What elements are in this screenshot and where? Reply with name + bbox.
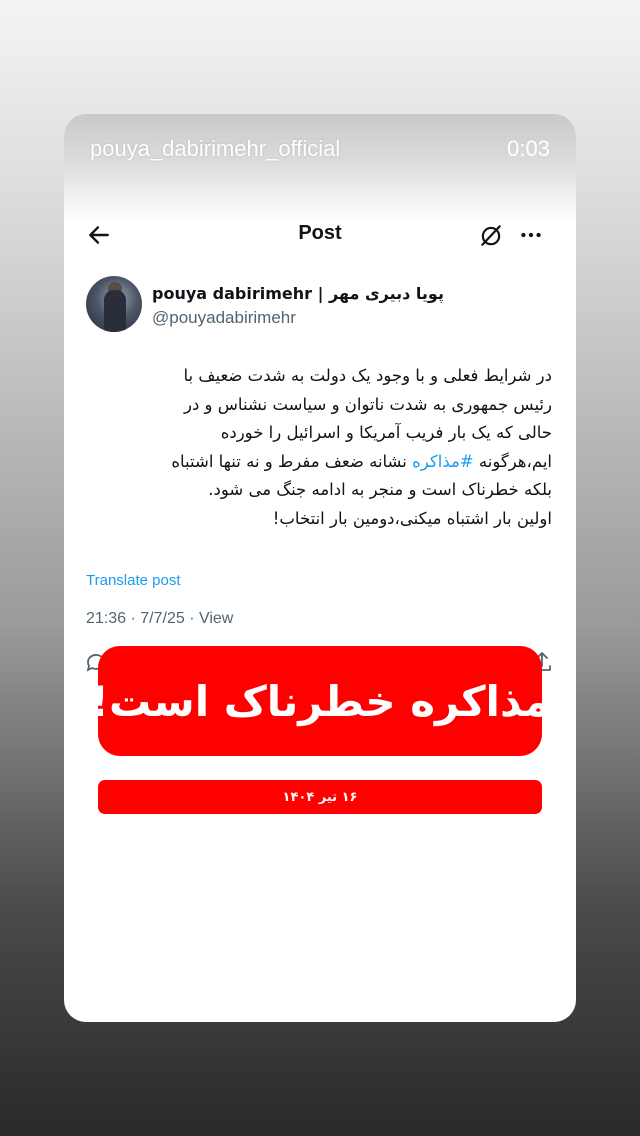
tweet-text-fragment: نشانه ضعف مفرط و نه تنها اشتباه bbox=[171, 451, 413, 471]
tweet-line: بلکه خطرناک است و منجر به ادامه جنگ می ش… bbox=[208, 480, 552, 499]
hide-icon[interactable] bbox=[478, 222, 504, 248]
tweet-text-fragment: ایم،هرگونه bbox=[473, 451, 552, 471]
headline-banner: مذاکره خطرناک است! bbox=[90, 646, 551, 756]
translate-post-link[interactable]: Translate post bbox=[86, 572, 181, 589]
banner-text: مذاکره خطرناک است! bbox=[89, 676, 551, 726]
tweet-text: در شرایط فعلی و با وجود یک دولت به شدت ض… bbox=[88, 362, 552, 533]
author-name[interactable]: pouya dabirimehr | پویا دبیری مهر bbox=[152, 284, 444, 303]
tweet-line: حالی که یک بار فریب آمریکا و اسرائیل را … bbox=[220, 423, 552, 442]
tweet-line: در شرایط فعلی و با وجود یک دولت به شدت ض… bbox=[183, 366, 552, 385]
story-top-fade bbox=[64, 114, 576, 224]
story-username[interactable]: pouya_dabirimehr_official bbox=[90, 136, 340, 162]
banner-date: ۱۶ تیر ۱۴۰۴ bbox=[282, 789, 358, 805]
tweet-line: اولین بار اشتباه میکنی،دومین بار انتخاب! bbox=[272, 508, 552, 528]
hashtag-link[interactable]: #مذاکره bbox=[412, 452, 474, 471]
more-icon[interactable] bbox=[518, 222, 544, 248]
story-card: pouya_dabirimehr_official 0:03 Post pouy… bbox=[64, 114, 576, 1022]
tweet-line: ایم،هرگونه #مذاکره نشانه ضعف مفرط و نه ت… bbox=[88, 448, 552, 477]
story-time: 0:03 bbox=[507, 136, 550, 161]
date-banner: ۱۶ تیر ۱۴۰۴ bbox=[98, 780, 542, 814]
tweet-line: رئیس جمهوری به شدت ناتوان و سیاست نشناس … bbox=[184, 394, 552, 414]
avatar-figure bbox=[104, 290, 126, 332]
post-header: Post bbox=[64, 214, 576, 258]
avatar[interactable] bbox=[86, 276, 142, 332]
author-handle[interactable]: @pouyadabirimehr bbox=[152, 308, 296, 328]
post-meta: 21:36 · 7/7/25 · View bbox=[86, 610, 234, 627]
